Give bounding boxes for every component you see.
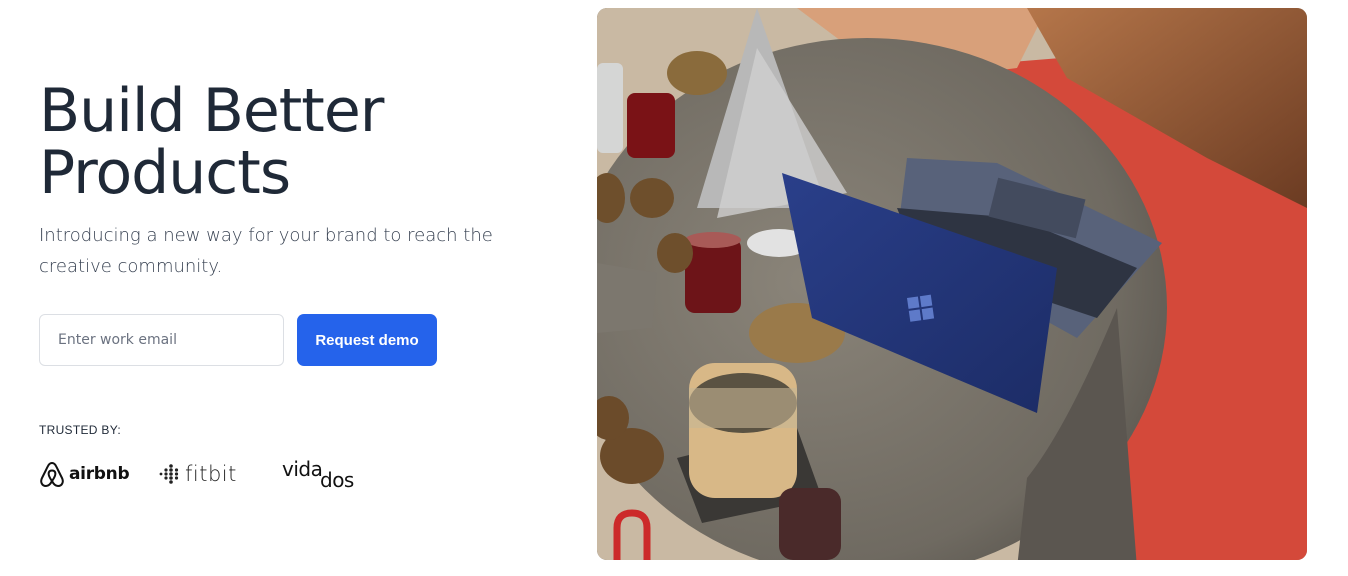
landing-page: Build Better Products Introducing a new … bbox=[0, 0, 1348, 576]
fitbit-logo-text: fitbit bbox=[185, 462, 237, 486]
hero-photo bbox=[597, 8, 1307, 560]
vidados-logo-icon: vida dos bbox=[282, 457, 354, 492]
work-email-input[interactable] bbox=[39, 314, 284, 366]
airbnb-logo-text: airbnb bbox=[69, 464, 130, 484]
airbnb-logo-icon bbox=[40, 461, 64, 488]
trusted-by-label: TRUSTED BY: bbox=[39, 423, 121, 437]
hero-title-line-1: Build Better bbox=[39, 76, 384, 146]
fitbit-logo: fitbit bbox=[158, 456, 237, 492]
hero-title: Build Better Products bbox=[39, 76, 384, 208]
svg-text:dos: dos bbox=[320, 468, 354, 492]
hero-title-line-2: Products bbox=[39, 138, 291, 208]
request-demo-button[interactable]: Request demo bbox=[297, 314, 437, 366]
fitbit-logo-icon bbox=[159, 464, 179, 484]
hero-subtitle: Introducing a new way for your brand to … bbox=[39, 225, 493, 277]
airbnb-logo: airbnb bbox=[39, 456, 130, 492]
svg-text:vida: vida bbox=[282, 457, 322, 481]
vidados-logo: vida dos bbox=[282, 456, 360, 492]
